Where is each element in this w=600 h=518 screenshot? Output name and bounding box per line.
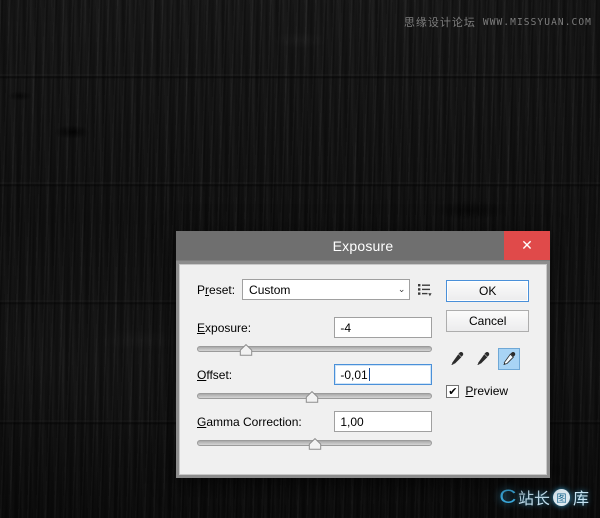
- exposure-input[interactable]: -4: [334, 317, 433, 338]
- offset-slider[interactable]: [197, 390, 433, 404]
- dialog-frame: Preset: Custom ⌄ Exposure: -4 Offset: -0…: [176, 260, 550, 478]
- chevron-down-icon: ⌄: [397, 284, 406, 295]
- logo-text-right: 库: [572, 489, 589, 508]
- preview-checkbox-row[interactable]: ✔ Preview: [446, 384, 529, 398]
- gamma-slider[interactable]: [197, 437, 433, 451]
- watermark-logo: C 站长 图 库: [496, 482, 594, 512]
- cancel-button[interactable]: Cancel: [446, 310, 529, 332]
- exposure-slider[interactable]: [197, 343, 433, 357]
- watermark-chinese-text: 思缘设计论坛: [403, 16, 476, 29]
- dialog-content: Preset: Custom ⌄ Exposure: -4 Offset: -0…: [197, 279, 529, 458]
- watermark-url-text: WWW.MISSYUAN.COM: [482, 16, 592, 28]
- offset-row: Offset: -0,01: [197, 364, 433, 385]
- logo-text-left: 站长: [517, 489, 550, 508]
- exposure-row: Exposure: -4: [197, 317, 433, 338]
- field-block-gamma: Gamma Correction: 1,00: [197, 411, 433, 451]
- logo-badge-icon: 图: [552, 488, 570, 506]
- offset-label: Offset:: [197, 367, 233, 382]
- close-icon[interactable]: ✕: [504, 231, 550, 260]
- field-block-exposure: Exposure: -4: [197, 317, 433, 357]
- eyedropper-group: [446, 348, 529, 370]
- exposure-input-value: -4: [340, 320, 352, 335]
- preset-select[interactable]: Custom ⌄: [242, 279, 411, 300]
- exposure-slider-track[interactable]: [197, 346, 433, 352]
- dialog-titlebar[interactable]: Exposure ✕: [176, 231, 550, 260]
- exposure-dialog: Exposure ✕ Preset: Custom ⌄ Exposure: -4…: [176, 231, 550, 478]
- actions-column: OK Cancel ✔ Preview: [446, 279, 529, 458]
- watermark-top: 思缘设计论坛 WWW.MISSYUAN.COM: [404, 14, 592, 30]
- set-white-point-eyedropper[interactable]: [498, 348, 521, 370]
- text-cursor: [368, 368, 370, 381]
- controls-column: Preset: Custom ⌄ Exposure: -4 Offset: -0…: [197, 279, 433, 458]
- preset-list-icon[interactable]: [417, 282, 432, 297]
- set-black-point-eyedropper[interactable]: [446, 348, 468, 370]
- set-gray-point-eyedropper[interactable]: [472, 348, 494, 370]
- preset-label: Preset:: [197, 282, 236, 297]
- gamma-row: Gamma Correction: 1,00: [197, 411, 433, 432]
- exposure-slider-thumb[interactable]: [240, 344, 253, 356]
- offset-input[interactable]: -0,01: [334, 364, 433, 385]
- preset-row: Preset: Custom ⌄: [197, 279, 432, 300]
- exposure-label: Exposure:: [197, 320, 252, 335]
- offset-slider-thumb[interactable]: [306, 391, 319, 403]
- gamma-label: Gamma Correction:: [197, 414, 302, 429]
- gamma-slider-thumb[interactable]: [308, 438, 321, 450]
- dialog-body: Preset: Custom ⌄ Exposure: -4 Offset: -0…: [179, 264, 547, 475]
- preview-checkbox[interactable]: ✔: [446, 384, 460, 398]
- field-block-offset: Offset: -0,01: [197, 364, 433, 404]
- gamma-input[interactable]: 1,00: [334, 411, 433, 432]
- preset-select-value: Custom: [249, 282, 291, 297]
- preview-label: Preview: [465, 384, 509, 398]
- offset-input-value: -0,01: [340, 367, 368, 382]
- dialog-title: Exposure: [332, 237, 394, 254]
- logo-swoosh-icon: C: [499, 486, 517, 508]
- ok-button[interactable]: OK: [446, 280, 529, 302]
- gamma-input-value: 1,00: [340, 414, 364, 429]
